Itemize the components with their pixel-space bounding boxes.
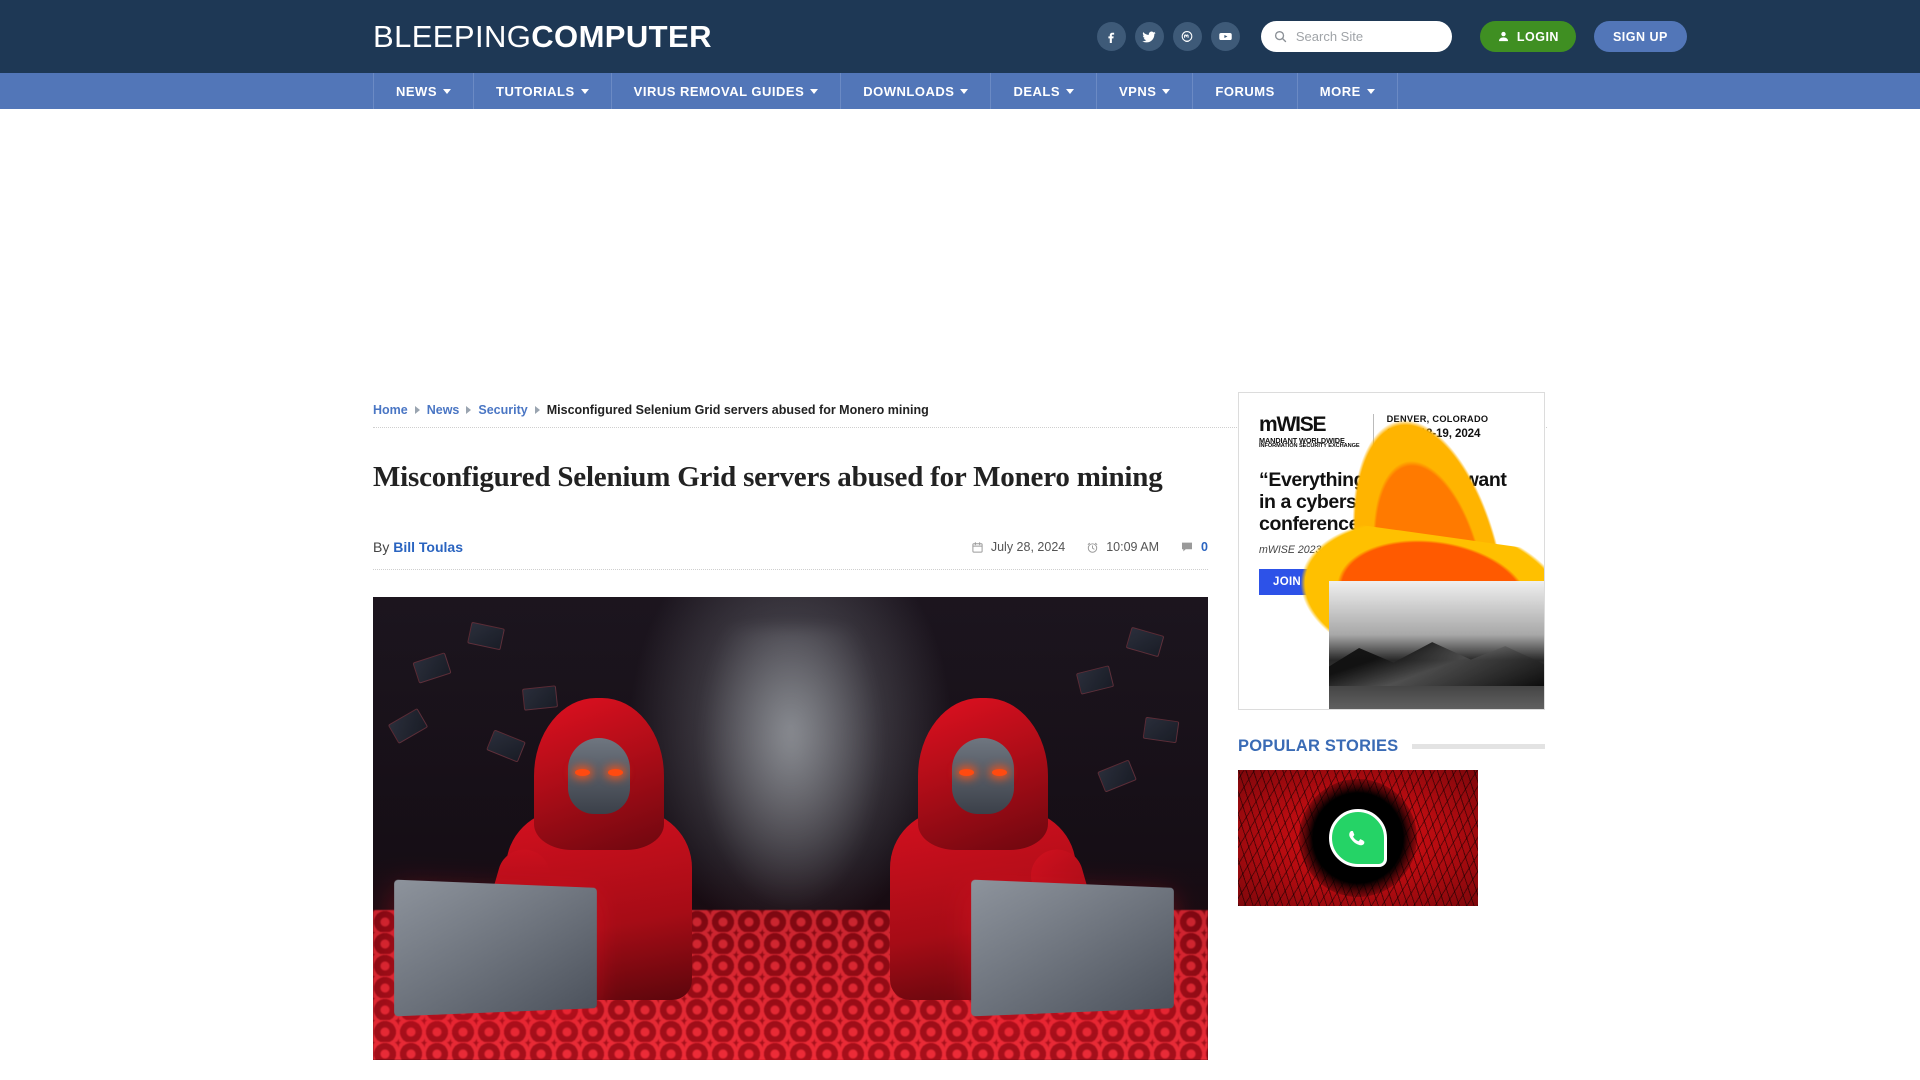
nav-item-label: FORUMS xyxy=(1215,83,1275,99)
mask-face xyxy=(951,738,1014,814)
chevron-down-icon xyxy=(1066,88,1074,94)
ad-brand: mWISE xyxy=(1259,413,1327,436)
ad-event-info: DENVER, COLORADO SEPT 18-19, 2024 xyxy=(1387,414,1489,440)
chevron-down-icon xyxy=(810,88,819,94)
nav-item-label: DEALS xyxy=(1013,83,1060,99)
breadcrumb-link[interactable]: News xyxy=(427,403,460,417)
main-navigation: NEWS TUTORIALS VIRUS REMOVAL GUIDES DOWNLOA… xyxy=(0,73,1920,109)
by-word: By xyxy=(373,539,390,555)
ad-mountain-photo xyxy=(1329,581,1544,709)
floating-bill xyxy=(1142,716,1180,744)
chevron-down-icon xyxy=(580,88,589,94)
nav-item-label: DOWNLOADS xyxy=(863,83,955,99)
calendar-icon xyxy=(972,541,983,553)
nav-item-label: VIRUS REMOVAL GUIDES xyxy=(633,83,805,99)
chevron-down-icon xyxy=(1162,88,1171,94)
nav-item-vpns[interactable]: VPNS xyxy=(1097,73,1194,109)
mwise-logo: mWISE MANDIANT WORLDWIDE INFORMATION SEC… xyxy=(1259,414,1360,450)
header-inner: BLEEPINGCOMPUTER LOGIN xyxy=(0,0,1920,73)
youtube-icon[interactable] xyxy=(1210,22,1240,51)
chevron-down-icon xyxy=(960,88,969,94)
nav-item-label: NEWS xyxy=(396,83,437,99)
main-column: Home News Security Misconfigured Selenium G… xyxy=(373,392,1547,1060)
publish-date-text: July 28, 2024 xyxy=(990,540,1066,554)
logo-text-light: BLEEPING xyxy=(373,19,532,54)
chevron-down-icon xyxy=(1366,88,1375,94)
nav-item-tutorials[interactable]: TUTORIALS xyxy=(474,73,612,109)
site-header: BLEEPINGCOMPUTER LOGIN xyxy=(0,0,1920,73)
nav-item-more[interactable]: MORE xyxy=(1298,73,1398,109)
laptop-right xyxy=(971,879,1174,1017)
byline: By Bill Toulas xyxy=(373,539,463,555)
breadcrumb-separator-icon xyxy=(534,405,540,414)
signup-button-label: SIGN UP xyxy=(1612,29,1668,44)
article-meta: July 28, 2024 10:09 AM 0 xyxy=(971,540,1208,554)
mask-face xyxy=(567,738,630,814)
mastodon-icon[interactable] xyxy=(1172,22,1202,51)
chevron-down-icon xyxy=(443,88,451,94)
nav-item-virus-removal-guides[interactable]: VIRUS REMOVAL GUIDES xyxy=(612,73,842,109)
search-input[interactable] xyxy=(1295,29,1436,44)
breadcrumb-current: Misconfigured Selenium Grid servers abus… xyxy=(546,402,929,417)
popular-story-thumbnail[interactable] xyxy=(1238,770,1478,906)
search-icon xyxy=(1274,30,1287,43)
popular-stories-rule xyxy=(1412,744,1545,749)
user-icon xyxy=(1498,31,1508,42)
nav-item-forums[interactable]: FORUMS xyxy=(1193,73,1298,109)
popular-stories-title: POPULAR STORIES xyxy=(1238,737,1399,755)
top-ad-banner xyxy=(0,109,1920,392)
mask-eye xyxy=(607,769,623,776)
byline-row: By Bill Toulas July 28, 2024 10:09 AM 0 xyxy=(373,525,1208,570)
sidebar-ad-mwise[interactable]: mWISE MANDIANT WORLDWIDE INFORMATION SEC… xyxy=(1238,392,1545,710)
clock-icon xyxy=(1087,542,1098,553)
article-hero-image xyxy=(373,597,1208,1060)
nav-item-news[interactable]: NEWS xyxy=(373,73,474,109)
twitter-icon[interactable] xyxy=(1134,22,1164,51)
nav-item-downloads[interactable]: DOWNLOADS xyxy=(841,73,992,109)
ad-quote: “Everything you could want in a cybersec… xyxy=(1259,468,1507,535)
comment-count-value: 0 xyxy=(1201,540,1208,554)
search-box[interactable] xyxy=(1260,21,1452,52)
nav-item-label: MORE xyxy=(1319,83,1361,99)
nav-item-deals[interactable]: DEALS xyxy=(991,73,1097,109)
breadcrumb-link[interactable]: Security xyxy=(478,403,527,417)
site-logo[interactable]: BLEEPINGCOMPUTER xyxy=(373,21,712,52)
author-link[interactable]: Bill Toulas xyxy=(393,539,463,555)
mask-eye xyxy=(958,769,974,776)
whatsapp-icon xyxy=(1329,809,1387,867)
publish-time-text: 10:09 AM xyxy=(1106,540,1160,554)
ad-divider xyxy=(1372,414,1374,450)
page-title: Misconfigured Selenium Grid servers abus… xyxy=(373,461,1163,493)
ad-attribution: mWISE 2023 Attendee xyxy=(1259,544,1367,557)
sidebar: mWISE MANDIANT WORLDWIDE INFORMATION SEC… xyxy=(1238,392,1545,1060)
signup-button[interactable]: SIGN UP xyxy=(1593,21,1687,52)
login-button[interactable]: LOGIN xyxy=(1479,21,1576,52)
hero-smoke xyxy=(695,627,886,917)
ad-brand-sub2: INFORMATION SECURITY EXCHANGE xyxy=(1259,443,1360,450)
ad-city: DENVER, COLORADO xyxy=(1386,414,1489,424)
publish-date: July 28, 2024 xyxy=(971,540,1065,554)
comment-count[interactable]: 0 xyxy=(1180,540,1208,554)
mask-eye xyxy=(991,769,1007,776)
hoodie-hood xyxy=(917,698,1048,850)
mask-eye xyxy=(574,769,590,776)
login-button-label: LOGIN xyxy=(1516,29,1559,44)
breadcrumb: Home News Security Misconfigured Selenium G… xyxy=(373,403,929,417)
nav-item-label: VPNS xyxy=(1119,83,1157,99)
publish-time: 10:09 AM xyxy=(1086,540,1159,554)
hoodie-hood xyxy=(533,698,664,850)
popular-stories-header: POPULAR STORIES xyxy=(1238,737,1545,756)
breadcrumb-separator-icon xyxy=(466,405,472,414)
header-right-cluster: LOGIN SIGN UP xyxy=(1096,21,1687,52)
ad-header: mWISE MANDIANT WORLDWIDE INFORMATION SEC… xyxy=(1239,393,1544,450)
laptop-left xyxy=(394,879,597,1017)
nav-item-label: TUTORIALS xyxy=(496,83,575,99)
comment-icon xyxy=(1182,542,1193,552)
logo-text-bold: COMPUTER xyxy=(531,19,712,54)
breadcrumb-link[interactable]: Home xyxy=(373,403,408,417)
page-body: Home News Security Misconfigured Selenium G… xyxy=(0,392,1920,1060)
ad-date: SEPT 18-19, 2024 xyxy=(1386,427,1481,440)
breadcrumb-separator-icon xyxy=(414,405,420,414)
facebook-icon[interactable] xyxy=(1096,22,1126,51)
